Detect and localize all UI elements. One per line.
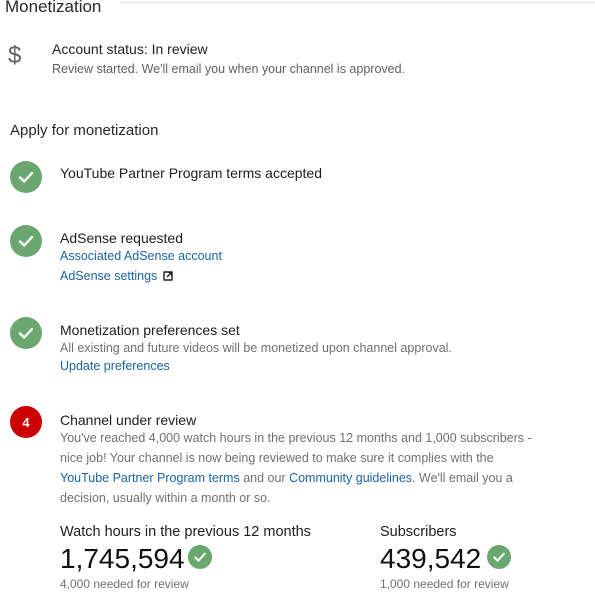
watch-hours-value: 1,745,594 — [60, 543, 185, 574]
ypp-terms-link[interactable]: YouTube Partner Program terms — [60, 471, 240, 485]
watch-hours-note: 4,000 needed for review — [60, 577, 189, 591]
external-link-icon — [163, 271, 173, 281]
community-guidelines-link[interactable]: Community guidelines — [289, 471, 412, 485]
step-review-title: Channel under review — [60, 412, 197, 428]
step-number-badge: 4 — [10, 406, 42, 438]
adsense-settings-label: AdSense settings — [60, 269, 158, 283]
review-text-part: and our — [239, 471, 290, 485]
check-circle-icon — [10, 317, 42, 349]
header-divider — [120, 2, 595, 3]
account-status-title: Account status: In review — [52, 41, 208, 57]
check-circle-icon — [487, 545, 511, 569]
page-title: Monetization — [5, 0, 102, 16]
update-preferences-link[interactable]: Update preferences — [60, 359, 170, 373]
step-preferences-title: Monetization preferences set — [60, 322, 240, 338]
step-review-description: You've reached 4,000 watch hours in the … — [60, 428, 545, 508]
step-terms-title: YouTube Partner Program terms accepted — [60, 165, 322, 181]
check-circle-icon — [10, 225, 42, 257]
step-adsense-title: AdSense requested — [60, 230, 183, 246]
subscribers-note: 1,000 needed for review — [380, 577, 509, 591]
step-preferences-description: All existing and future videos will be m… — [60, 341, 452, 355]
adsense-settings-link[interactable]: AdSense settings — [60, 269, 173, 283]
associated-adsense-account-link[interactable]: Associated AdSense account — [60, 249, 222, 263]
check-circle-icon — [10, 161, 42, 193]
subscribers-label: Subscribers — [380, 524, 457, 540]
watch-hours-label: Watch hours in the previous 12 months — [60, 524, 311, 540]
dollar-icon: $ — [8, 42, 22, 69]
account-status-description: Review started. We'll email you when you… — [52, 62, 406, 76]
check-circle-icon — [188, 545, 212, 569]
review-text-part: You've reached 4,000 watch hours in the … — [60, 431, 532, 465]
subscribers-value: 439,542 — [380, 543, 482, 574]
apply-section-heading: Apply for monetization — [10, 122, 159, 139]
